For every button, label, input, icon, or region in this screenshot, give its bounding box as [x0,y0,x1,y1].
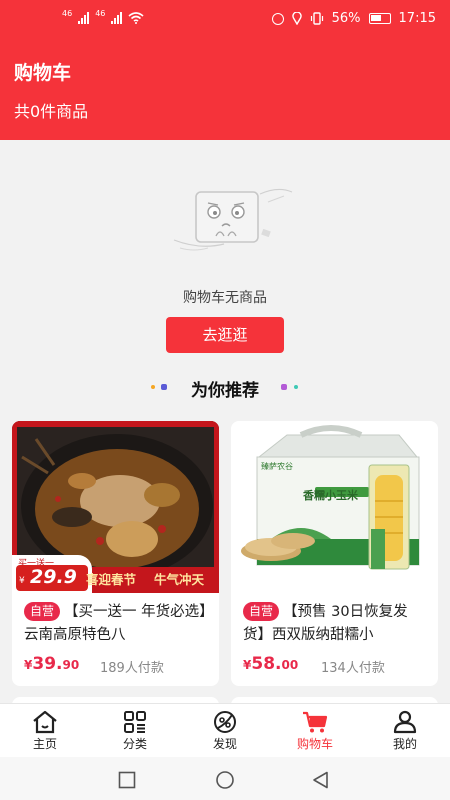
alarm-icon [271,12,284,25]
recent-apps-icon[interactable] [118,771,136,789]
status-right: 56% 17:15 [271,11,436,26]
bottom-tab-bar: 主页 分类 发现 购物车 我的 [0,703,450,757]
clock: 17:15 [398,11,436,26]
recommend-title: 为你推荐 [191,381,259,401]
tab-mine[interactable]: 我的 [360,704,450,757]
product-price: ¥58.00 [243,654,299,674]
discover-icon [214,711,236,733]
product-name[interactable]: 自营 【预售 30日恢复发货】西双版纳甜糯小 [243,601,429,647]
network-type-1: 46 [62,9,73,18]
promo-price-badge: 买一送一 ¥ 29.9 [12,555,92,593]
tab-category[interactable]: 分类 [90,704,180,757]
tab-cart[interactable]: 购物车 [270,704,360,757]
empty-cart-message: 购物车无商品 [183,290,267,306]
product-card[interactable]: 买一送一 ¥ 29.9 喜迎春节 牛气冲天 自营 【买一送一 年货必选】云南高原特… [12,421,219,686]
go-shopping-button[interactable]: 去逛逛 [166,317,284,353]
sold-count: 189人付款 [100,661,164,676]
tab-label: 分类 [122,737,147,751]
tab-home[interactable]: 主页 [0,704,90,757]
product-price: ¥39.90 [24,654,80,674]
self-operated-badge: 自营 [243,602,280,621]
home-button-icon[interactable] [215,771,235,789]
tab-label: 我的 [392,737,417,751]
product-name[interactable]: 自营 【买一送一 年货必选】云南高原特色八 [24,601,210,647]
bag-label: 香糯小玉米 [303,489,358,502]
vibrate-icon [310,12,323,25]
self-operated-badge: 自营 [24,602,61,621]
tab-label: 主页 [32,737,57,751]
promo-price-symbol: ¥ [19,576,25,586]
user-icon [393,710,417,734]
product-card[interactable]: 臻萨农谷 香糯小玉米 自营 【预售 30日恢复发货】西双版纳甜糯小 ¥58.00 … [231,421,438,686]
home-icon [33,710,57,734]
battery-percent: 56% [331,11,361,26]
sold-count: 134人付款 [321,661,385,676]
box-brand: 臻萨农谷 [261,462,293,471]
network-type-2: 46 [95,9,106,18]
wifi-icon [128,12,144,24]
item-count: 共0件商品 [14,102,89,121]
signal-icon [111,12,123,24]
promo-banner-right: 牛气冲天 [154,572,205,587]
system-navigation-bar [0,757,450,800]
tab-discover[interactable]: 发现 [180,704,270,757]
back-icon[interactable] [312,771,330,789]
promo-price: 29.9 [30,566,77,588]
category-icon [124,711,146,733]
tab-label: 购物车 [296,737,333,751]
promo-banner-left: 喜迎春节 [86,572,137,587]
empty-cart-illustration [173,188,293,251]
product-image: 买一送一 ¥ 29.9 喜迎春节 牛气冲天 [12,421,219,593]
tab-label: 发现 [212,737,237,751]
page-title: 购物车 [14,62,72,84]
battery-icon [368,13,391,24]
promo-banner: 喜迎春节 牛气冲天 [86,567,219,593]
product-image: 臻萨农谷 香糯小玉米 [231,421,438,593]
location-icon [291,12,302,25]
cart-icon [303,711,328,733]
signal-icon [78,12,90,24]
cart-header: 购物车 共0件商品 [0,40,450,140]
status-bar: 46 46 56% 17:15 [0,0,450,40]
signal-indicators: 46 46 [62,9,144,24]
